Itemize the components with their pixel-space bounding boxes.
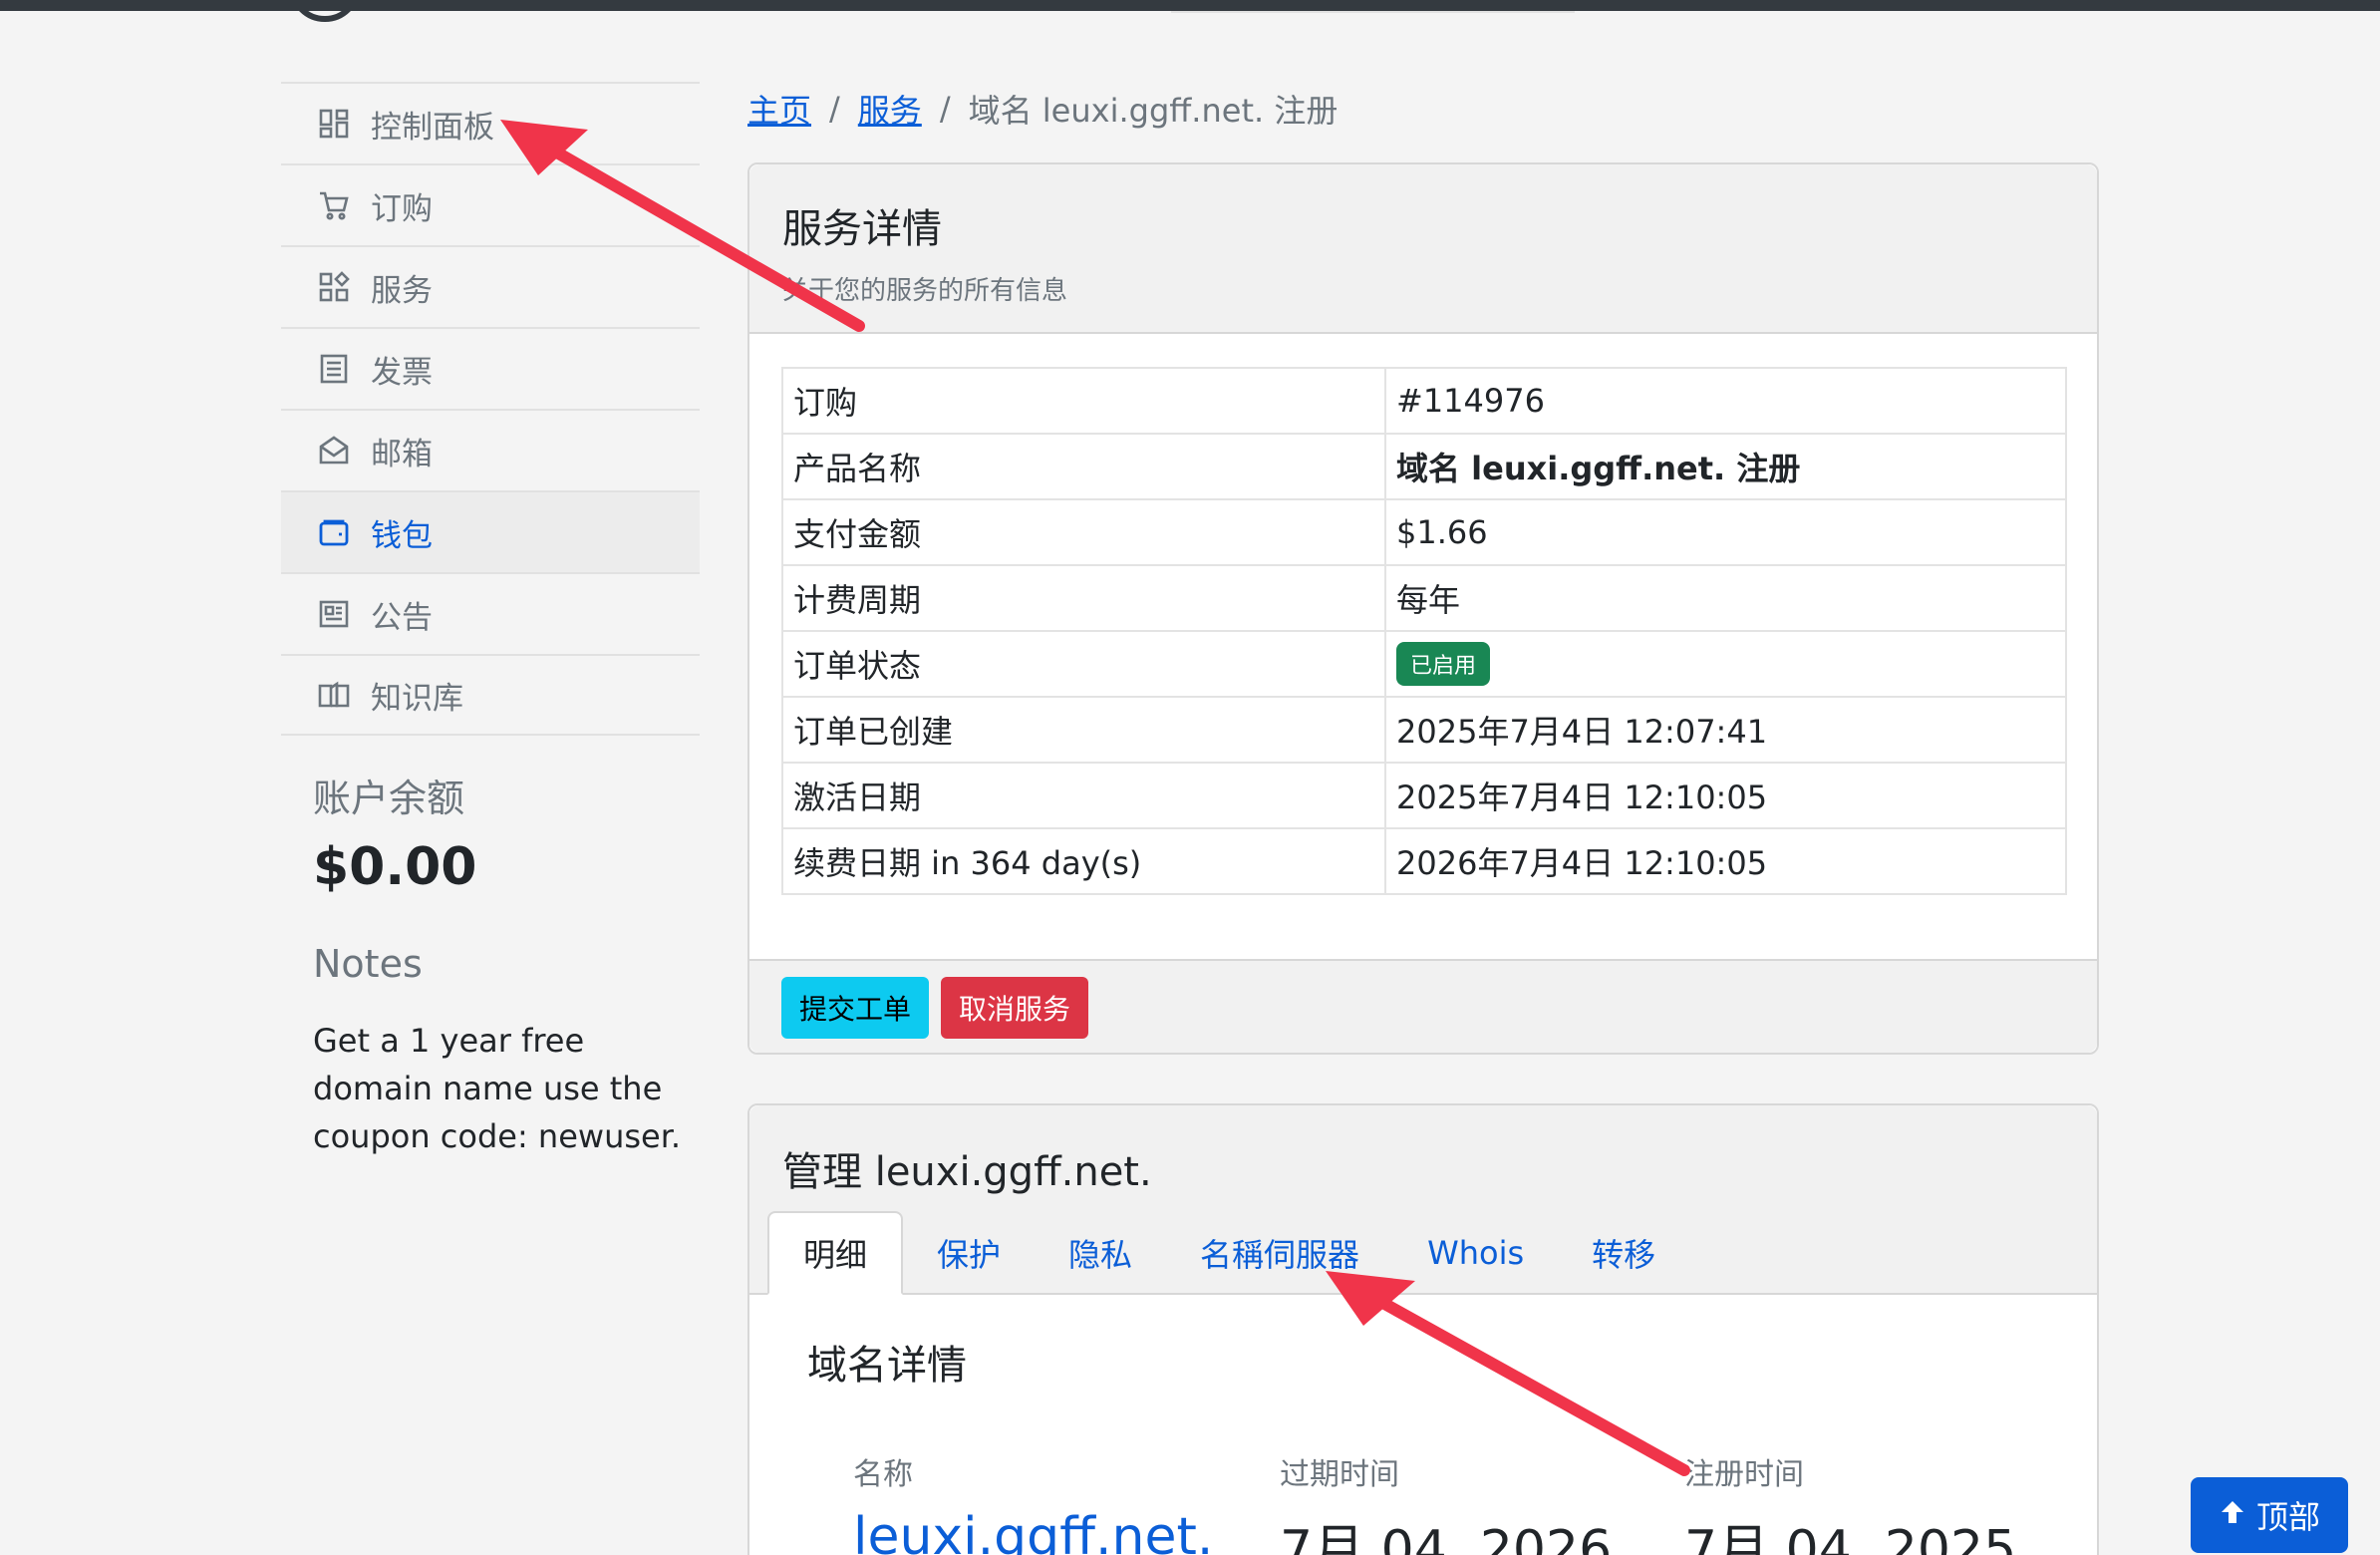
card-footer: 提交工单 取消服务 [749,959,2097,1053]
row-value: 2025年7月4日 12:10:05 [1384,762,2067,829]
domain-tabs: 明细 保护 隐私 名稱伺服器 Whois 转移 [767,1211,1689,1295]
row-label: 计费周期 [781,564,1386,632]
table-row: 订购 #114976 [781,367,2067,435]
sidebar-item-announcements[interactable]: 公告 [281,572,700,654]
sidebar-item-label: 知识库 [371,680,463,717]
book-icon [317,678,351,712]
announcement-icon [317,597,351,631]
sidebar-item-order[interactable]: 订购 [281,163,700,245]
domain-name-link[interactable]: leuxi.ggff.net. [853,1507,1213,1555]
notes-text: Get a 1 year free domain name use the co… [313,1022,682,1155]
back-to-top-button[interactable]: 顶部 [2191,1477,2348,1553]
status-badge: 已启用 [1396,642,1491,686]
envelope-icon [317,434,351,467]
sidebar-item-label: 邮箱 [371,436,433,472]
sidebar-item-label: 钱包 [371,517,433,554]
expire-column: 过期时间 7月 04, 2026 [1280,1449,1612,1555]
service-details-subtitle: 关于您的服务的所有信息 [782,276,1068,306]
row-value: 2025年7月4日 12:07:41 [1384,696,2067,764]
breadcrumb-current: 域名 leuxi.ggff.net. 注册 [968,92,1339,130]
tab-details[interactable]: 明细 [767,1211,904,1295]
row-value: 2026年7月4日 12:10:05 [1384,827,2067,895]
breadcrumb-services-link[interactable]: 服务 [858,86,922,132]
register-value: 7月 04, 2025 [1684,1520,2017,1555]
service-details-title: 服务详情 [782,206,942,252]
wallet-icon [317,515,351,549]
table-row: 计费周期 每年 [781,564,2067,632]
row-label: 激活日期 [781,762,1386,829]
row-value: 已启用 [1384,630,2067,698]
sidebar-item-services[interactable]: 服务 [281,245,700,327]
sidebar-item-mail[interactable]: 邮箱 [281,409,700,490]
sidebar-item-label: 服务 [371,272,433,309]
card-header: 服务详情 关于您的服务的所有信息 [749,164,2097,334]
row-value: 域名 leuxi.ggff.net. 注册 [1384,433,2067,500]
invoice-icon [317,352,351,386]
arrow-up-icon [2219,1496,2246,1534]
breadcrumb-separator: / [829,90,840,128]
row-label: 订单已创建 [781,696,1386,764]
breadcrumb-separator: / [939,90,951,128]
tab-transfer[interactable]: 转移 [1558,1211,1689,1295]
row-label: 续费日期 in 364 day(s) [781,827,1386,895]
service-info-table: 订购 #114976 产品名称 域名 leuxi.ggff.net. 注册 支付… [781,367,2067,895]
back-to-top-label: 顶部 [2255,1498,2320,1536]
tab-privacy[interactable]: 隐私 [1035,1211,1166,1295]
expire-label: 过期时间 [1280,1457,1399,1492]
row-label: 订单状态 [781,630,1386,698]
sidebar-item-knowledgebase[interactable]: 知识库 [281,654,700,736]
table-row: 激活日期 2025年7月4日 12:10:05 [781,762,2067,829]
services-icon [317,270,351,304]
sidebar-item-invoices[interactable]: 发票 [281,327,700,409]
row-value: 每年 [1384,564,2067,632]
domain-details-title: 域名详情 [807,1343,967,1389]
manage-domain-card: 管理 leuxi.ggff.net. 明细 保护 隐私 名稱伺服器 Whois … [747,1103,2099,1555]
table-row: 续费日期 in 364 day(s) 2026年7月4日 12:10:05 [781,827,2067,895]
row-label: 订购 [781,367,1386,435]
service-details-card: 服务详情 关于您的服务的所有信息 订购 #114976 产品名称 域名 leux… [747,162,2099,1055]
sidebar: 控制面板 订购 服务 发票 邮箱 钱包 公告 知识库 [281,82,700,736]
table-row: 订单状态 已启用 [781,630,2067,698]
row-value: $1.66 [1384,498,2067,566]
logo[interactable] [289,0,361,22]
manage-domain-title: 管理 leuxi.ggff.net. [782,1149,1152,1195]
sidebar-item-dashboard[interactable]: 控制面板 [281,82,700,163]
tab-nameservers[interactable]: 名稱伺服器 [1166,1211,1393,1295]
row-value: #114976 [1384,367,2067,435]
account-balance-title: 账户余额 [313,777,465,820]
table-row: 支付金额 $1.66 [781,498,2067,566]
account-balance-amount: $0.00 [313,837,477,897]
row-label: 支付金额 [781,498,1386,566]
domain-name-label: 名称 [853,1457,913,1492]
sidebar-item-label: 公告 [371,599,433,636]
sidebar-item-wallet[interactable]: 钱包 [281,490,700,572]
domain-name-column: 名称 leuxi.ggff.net. [853,1449,1213,1555]
navbar-divider [1171,11,1575,13]
dashboard-icon [317,107,351,141]
table-row: 订单已创建 2025年7月4日 12:07:41 [781,696,2067,764]
sidebar-item-label: 订购 [371,190,433,227]
breadcrumb: 主页 / 服务 / 域名 leuxi.ggff.net. 注册 [747,86,1338,132]
tab-protection[interactable]: 保护 [903,1211,1035,1295]
register-column: 注册时间 7月 04, 2025 [1684,1449,2016,1555]
sidebar-item-label: 控制面板 [371,109,494,146]
register-label: 注册时间 [1684,1457,1804,1492]
breadcrumb-home-link[interactable]: 主页 [747,86,811,132]
tab-whois[interactable]: Whois [1393,1211,1558,1295]
cancel-service-button[interactable]: 取消服务 [941,977,1088,1039]
expire-value: 7月 04, 2026 [1280,1520,1613,1555]
notes-title: Notes [313,942,423,986]
table-row: 产品名称 域名 leuxi.ggff.net. 注册 [781,433,2067,500]
cart-icon [317,188,351,222]
row-label: 产品名称 [781,433,1386,500]
sidebar-item-label: 发票 [371,354,433,391]
submit-ticket-button[interactable]: 提交工单 [781,977,929,1039]
